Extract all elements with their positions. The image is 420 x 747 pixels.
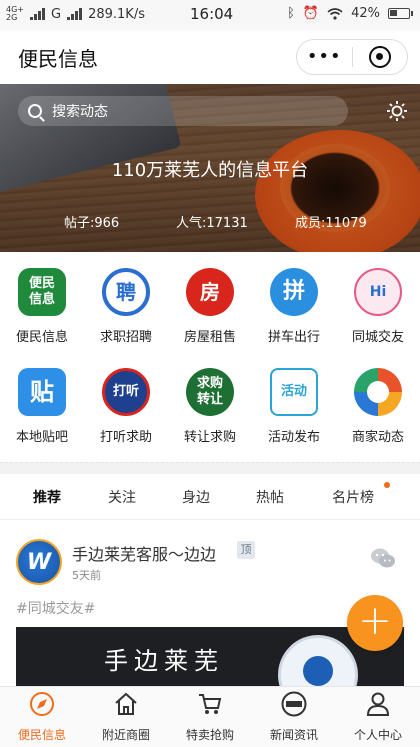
pinned-badge: 顶 <box>237 541 255 559</box>
search-input[interactable]: 搜索动态 <box>18 96 348 126</box>
wifi-icon <box>327 7 343 20</box>
category-label: 拼车出行 <box>267 330 320 345</box>
category-label: 房屋租售 <box>183 330 236 345</box>
activity-icon: 活动 <box>270 368 318 416</box>
post-hashtag[interactable]: #同城交友# <box>16 598 95 618</box>
post-image[interactable]: 手边莱芜 <box>16 627 404 687</box>
qr-logo <box>303 656 333 686</box>
section-divider <box>0 462 420 474</box>
tieba-icon: 贴 <box>18 368 66 416</box>
post-time: 5天前 <box>72 569 101 582</box>
compass-icon <box>30 692 54 716</box>
tab-notification-dot <box>384 482 390 488</box>
app-header: 便民信息 ••• <box>0 30 420 84</box>
banner-tagline: 110万莱芜人的信息平台 <box>111 160 309 181</box>
tab-card-rank[interactable]: 名片榜 <box>332 487 374 507</box>
tab-hot[interactable]: 热帖 <box>256 487 284 507</box>
mini-program-capsule: ••• <box>296 39 408 75</box>
category-transfer[interactable]: 求购 转让 转让求购 <box>168 368 252 445</box>
nav-label: 便民信息 <box>17 728 66 742</box>
network-speed: 289.1K/s <box>88 6 145 22</box>
status-right: ᛒ ⏰ 42% <box>287 6 413 21</box>
nav-label: 新闻资讯 <box>269 728 318 742</box>
transfer-icon: 求购 转让 <box>186 368 234 416</box>
bottom-navigation: 便民信息 附近商圈 特卖抢购 新闻资讯 个人中心 <box>0 686 420 747</box>
carpool-icon: 拼 <box>270 268 318 316</box>
merchant-icon-center <box>367 381 389 403</box>
cart-icon <box>199 694 222 714</box>
nav-nearby[interactable]: 附近商圈 <box>84 691 168 743</box>
signal-icon-2 <box>67 8 83 20</box>
avatar[interactable]: W <box>16 539 62 585</box>
category-label: 打听求助 <box>99 430 152 445</box>
category-merchant[interactable]: 商家动态 <box>336 368 420 445</box>
inquire-icon: 打听 <box>102 368 150 416</box>
hero-banner: 搜索动态 110万莱芜人的信息平台 帖子:966 人气:17131 成员:110… <box>0 84 420 252</box>
home-icon <box>115 692 137 715</box>
tab-nearby[interactable]: 身边 <box>182 487 210 507</box>
category-recruit[interactable]: 聘 求职招聘 <box>84 268 168 345</box>
nav-label: 个人中心 <box>353 728 402 742</box>
tab-recommend[interactable]: 推荐 <box>33 487 61 507</box>
news-icon <box>281 691 307 717</box>
target-icon <box>368 46 391 68</box>
category-label: 求职招聘 <box>99 330 152 345</box>
wechat-icon[interactable] <box>370 547 396 569</box>
post-author[interactable]: 手边莱芜客服～边边 <box>72 541 216 565</box>
friends-icon: Hi <box>354 268 402 316</box>
stat-popularity: 人气:17131 <box>176 216 248 231</box>
nav-label: 附近商圈 <box>101 728 150 742</box>
nav-label: 特卖抢购 <box>185 728 234 742</box>
category-label: 本地贴吧 <box>15 430 68 445</box>
qr-code-image <box>278 635 358 687</box>
merchant-icon <box>354 368 402 416</box>
signal-icon <box>30 8 45 20</box>
user-icon <box>366 692 390 716</box>
add-post-button[interactable]: + <box>347 595 403 651</box>
carrier-label: G <box>51 6 62 22</box>
category-house[interactable]: 房 房屋租售 <box>168 268 252 345</box>
category-tieba[interactable]: 贴 本地贴吧 <box>0 368 84 445</box>
status-bar: 4G+ 2G G 289.1K/s 16:04 ᛒ ⏰ 42% <box>0 0 420 30</box>
category-activity[interactable]: 活动 活动发布 <box>252 368 336 445</box>
stat-posts: 帖子:966 <box>64 216 120 231</box>
brightness-icon[interactable] <box>386 100 408 122</box>
category-friends[interactable]: Hi 同城交友 <box>336 268 420 345</box>
network-type: 4G+ 2G <box>6 6 24 22</box>
battery-percent: 42% <box>351 6 380 21</box>
category-label: 商家动态 <box>351 430 404 445</box>
recruit-icon: 聘 <box>102 268 150 316</box>
tab-follow[interactable]: 关注 <box>108 487 136 507</box>
bianmin-icon: 便民 信息 <box>18 268 66 316</box>
battery-level <box>390 10 398 16</box>
category-label: 转让求购 <box>183 430 236 445</box>
category-bianmin[interactable]: 便民 信息 便民信息 <box>0 268 84 345</box>
category-inquire[interactable]: 打听 打听求助 <box>84 368 168 445</box>
status-left: 4G+ 2G G 289.1K/s <box>6 6 145 22</box>
more-menu-button[interactable]: ••• <box>297 40 352 74</box>
battery-icon <box>388 8 413 19</box>
alarm-icon: ⏰ <box>302 6 320 21</box>
post-image-text: 手边莱芜 <box>104 647 224 675</box>
clock: 16:04 <box>190 5 234 23</box>
category-label: 同城交友 <box>351 330 404 345</box>
category-label: 便民信息 <box>15 330 68 345</box>
search-placeholder: 搜索动态 <box>52 104 108 120</box>
house-icon: 房 <box>186 268 234 316</box>
stat-members: 成员:11079 <box>295 216 367 231</box>
search-icon <box>28 104 42 118</box>
network-bottom: 2G <box>6 13 18 22</box>
close-button[interactable] <box>352 46 407 68</box>
nav-profile[interactable]: 个人中心 <box>336 691 420 743</box>
bluetooth-icon: ᛒ <box>287 6 295 21</box>
nav-bianmin[interactable]: 便民信息 <box>0 691 84 743</box>
nav-news[interactable]: 新闻资讯 <box>252 691 336 743</box>
category-carpool[interactable]: 拼 拼车出行 <box>252 268 336 345</box>
category-label: 活动发布 <box>267 430 320 445</box>
feed-tabs: 推荐 关注 身边 热帖 名片榜 <box>0 474 420 520</box>
nav-sale[interactable]: 特卖抢购 <box>168 691 252 743</box>
page-title: 便民信息 <box>18 47 98 71</box>
